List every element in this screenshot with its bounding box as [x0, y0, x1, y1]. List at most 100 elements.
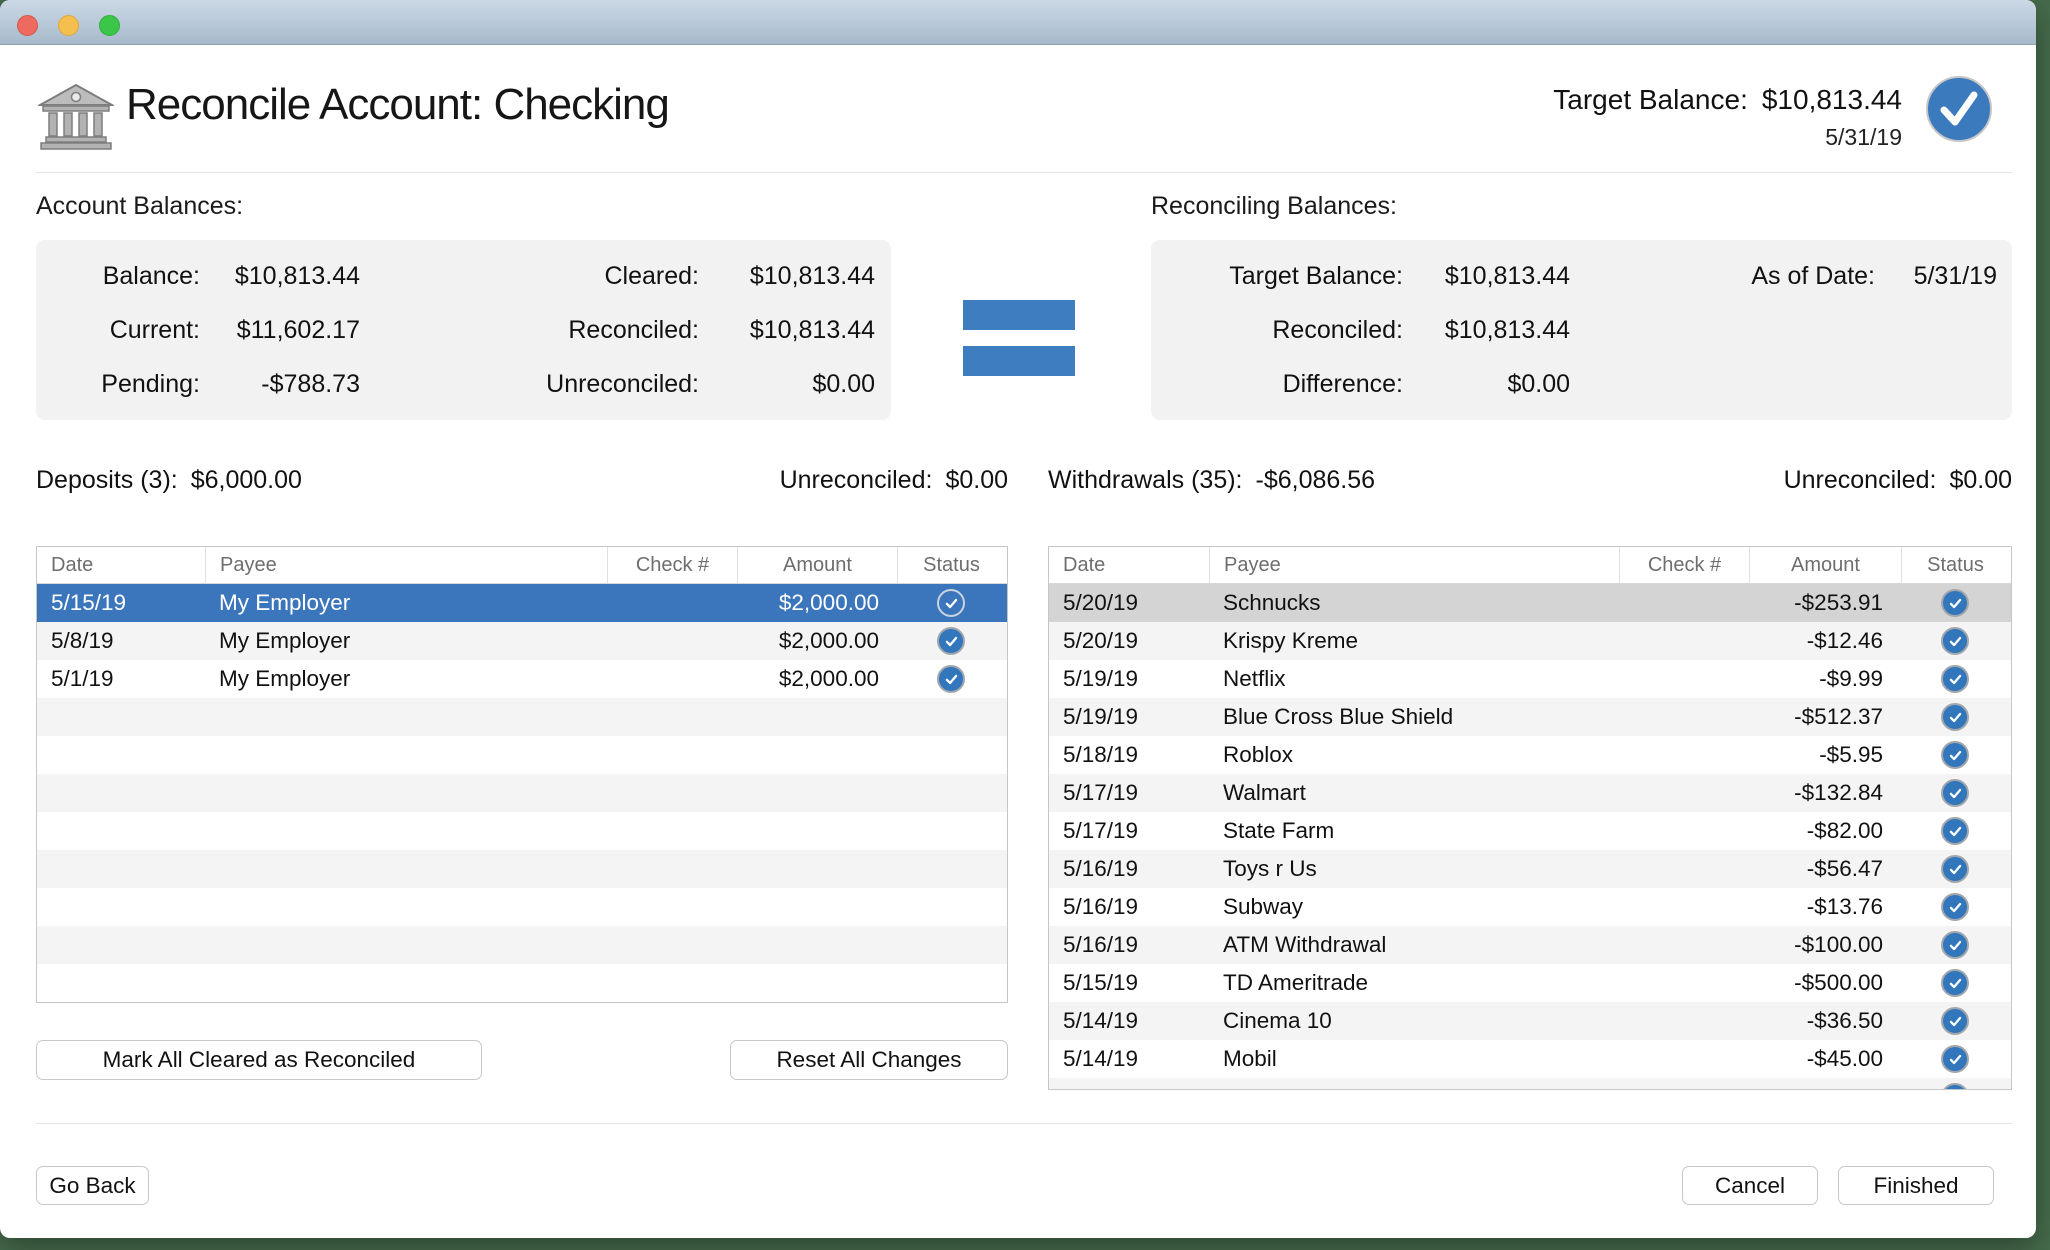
empty-row[interactable] — [37, 812, 1007, 850]
table-row[interactable]: 5/19/19Blue Cross Blue Shield-$512.37 — [1049, 698, 2011, 736]
table-row[interactable]: 5/18/19Roblox-$5.95 — [1049, 736, 2011, 774]
table-row[interactable]: 5/20/19Krispy Kreme-$12.46 — [1049, 622, 2011, 660]
balance-label: Balance: — [54, 262, 200, 291]
date-cell: 5/19/19 — [1049, 666, 1209, 692]
go-back-button[interactable]: Go Back — [36, 1166, 149, 1205]
date-cell: 5/15/19 — [37, 590, 205, 616]
column-header-payee[interactable]: Payee — [205, 547, 607, 583]
amount-cell: -$12.46 — [1749, 628, 1901, 654]
cancel-button[interactable]: Cancel — [1682, 1166, 1818, 1205]
column-header-check[interactable]: Check # — [1619, 547, 1749, 583]
column-header-status[interactable]: Status — [1901, 547, 2009, 583]
table-row[interactable]: 5/16/19Toys r Us-$56.47 — [1049, 850, 2011, 888]
date-cell: 5/20/19 — [1049, 628, 1209, 654]
column-header-amount[interactable]: Amount — [737, 547, 897, 583]
target-balance-summary: Target Balance:$10,813.44 5/31/19 — [1553, 84, 1902, 151]
status-cell — [1901, 855, 2009, 883]
status-check-icon[interactable] — [937, 589, 965, 617]
current-label: Current: — [54, 316, 200, 345]
titlebar[interactable] — [0, 0, 2036, 45]
status-cell — [1901, 817, 2009, 845]
empty-row[interactable] — [37, 850, 1007, 888]
footer-divider — [36, 1123, 2012, 1124]
date-cell: 5/1/19 — [37, 666, 205, 692]
minimize-button[interactable] — [58, 15, 79, 36]
status-check-icon[interactable] — [1941, 855, 1969, 883]
status-check-icon[interactable] — [1941, 1007, 1969, 1035]
pending-label: Pending: — [54, 370, 200, 399]
table-row[interactable]: 5/1/19My Employer$2,000.00 — [37, 660, 1007, 698]
amount-cell: -$13.76 — [1749, 894, 1901, 920]
date-cell: 5/16/19 — [1049, 894, 1209, 920]
mark-all-cleared-button[interactable]: Mark All Cleared as Reconciled — [36, 1040, 482, 1080]
date-cell: 5/16/19 — [1049, 856, 1209, 882]
current-value: $11,602.17 — [200, 316, 360, 345]
empty-row[interactable] — [37, 888, 1007, 926]
payee-cell: State Farm — [1209, 818, 1619, 844]
table-row[interactable]: 5/14/19Mobil-$45.00 — [1049, 1040, 2011, 1078]
date-cell: 5/15/19 — [1049, 970, 1209, 996]
date-cell: 5/14/19 — [1049, 1008, 1209, 1034]
deposits-header: Deposits (3):$6,000.00 Unreconciled:$0.0… — [36, 466, 1008, 495]
table-row[interactable]: 5/8/19My Employer$2,000.00 — [37, 622, 1007, 660]
status-check-icon[interactable] — [1941, 703, 1969, 731]
reconciling-balances-heading: Reconciling Balances: — [1151, 192, 1397, 221]
status-cell — [1901, 703, 2009, 731]
empty-row[interactable] — [37, 926, 1007, 964]
column-header-amount[interactable]: Amount — [1749, 547, 1901, 583]
status-check-icon[interactable] — [1941, 931, 1969, 959]
status-cell — [1901, 741, 2009, 769]
table-row[interactable]: 5/17/19State Farm-$82.00 — [1049, 812, 2011, 850]
zoom-button[interactable] — [99, 15, 120, 36]
status-check-icon[interactable] — [937, 665, 965, 693]
status-check-icon[interactable] — [1941, 969, 1969, 997]
status-cell — [1901, 1045, 2009, 1073]
reconciled-label: Reconciled: — [1165, 316, 1403, 345]
status-cell — [1901, 969, 2009, 997]
table-row-clipped[interactable] — [1049, 1078, 2011, 1090]
withdrawals-header: Withdrawals (35):-$6,086.56 Unreconciled… — [1048, 466, 2012, 495]
payee-cell: Blue Cross Blue Shield — [1209, 704, 1619, 730]
column-header-status[interactable]: Status — [897, 547, 1005, 583]
empty-row[interactable] — [37, 736, 1007, 774]
table-row[interactable]: 5/16/19ATM Withdrawal-$100.00 — [1049, 926, 2011, 964]
empty-row[interactable] — [37, 698, 1007, 736]
status-check-icon[interactable] — [937, 627, 965, 655]
amount-cell: -$100.00 — [1749, 932, 1901, 958]
table-row[interactable]: 5/15/19My Employer$2,000.00 — [37, 584, 1007, 622]
cleared-label: Cleared: — [360, 262, 699, 291]
table-row[interactable]: 5/20/19Schnucks-$253.91 — [1049, 584, 2011, 622]
account-balances-heading: Account Balances: — [36, 192, 243, 221]
date-cell: 5/16/19 — [1049, 932, 1209, 958]
finished-button[interactable]: Finished — [1838, 1166, 1994, 1205]
amount-cell: -$9.99 — [1749, 666, 1901, 692]
status-check-icon[interactable] — [1941, 893, 1969, 921]
table-row[interactable]: 5/17/19Walmart-$132.84 — [1049, 774, 2011, 812]
reconciled-value: $10,813.44 — [699, 316, 875, 345]
empty-row[interactable] — [37, 774, 1007, 812]
empty-row[interactable] — [37, 964, 1007, 1002]
status-check-icon[interactable] — [1941, 589, 1969, 617]
payee-cell: Mobil — [1209, 1046, 1619, 1072]
date-cell: 5/14/19 — [1049, 1046, 1209, 1072]
column-header-date[interactable]: Date — [1049, 547, 1209, 583]
table-row[interactable]: 5/16/19Subway-$13.76 — [1049, 888, 2011, 926]
table-row[interactable]: 5/14/19Cinema 10-$36.50 — [1049, 1002, 2011, 1040]
column-header-payee[interactable]: Payee — [1209, 547, 1619, 583]
reset-all-changes-button[interactable]: Reset All Changes — [730, 1040, 1008, 1080]
column-header-check[interactable]: Check # — [607, 547, 737, 583]
status-check-icon[interactable] — [1941, 779, 1969, 807]
table-row[interactable]: 5/15/19TD Ameritrade-$500.00 — [1049, 964, 2011, 1002]
status-check-icon[interactable] — [1941, 665, 1969, 693]
difference-label: Difference: — [1165, 370, 1403, 399]
status-check-icon[interactable] — [1941, 741, 1969, 769]
status-check-icon[interactable] — [1941, 1083, 1969, 1090]
column-header-date[interactable]: Date — [37, 547, 205, 583]
status-check-icon[interactable] — [1941, 627, 1969, 655]
reconciled-label: Reconciled: — [360, 316, 699, 345]
table-row[interactable]: 5/19/19Netflix-$9.99 — [1049, 660, 2011, 698]
payee-cell: My Employer — [205, 628, 607, 654]
status-check-icon[interactable] — [1941, 1045, 1969, 1073]
status-check-icon[interactable] — [1941, 817, 1969, 845]
close-button[interactable] — [17, 15, 38, 36]
